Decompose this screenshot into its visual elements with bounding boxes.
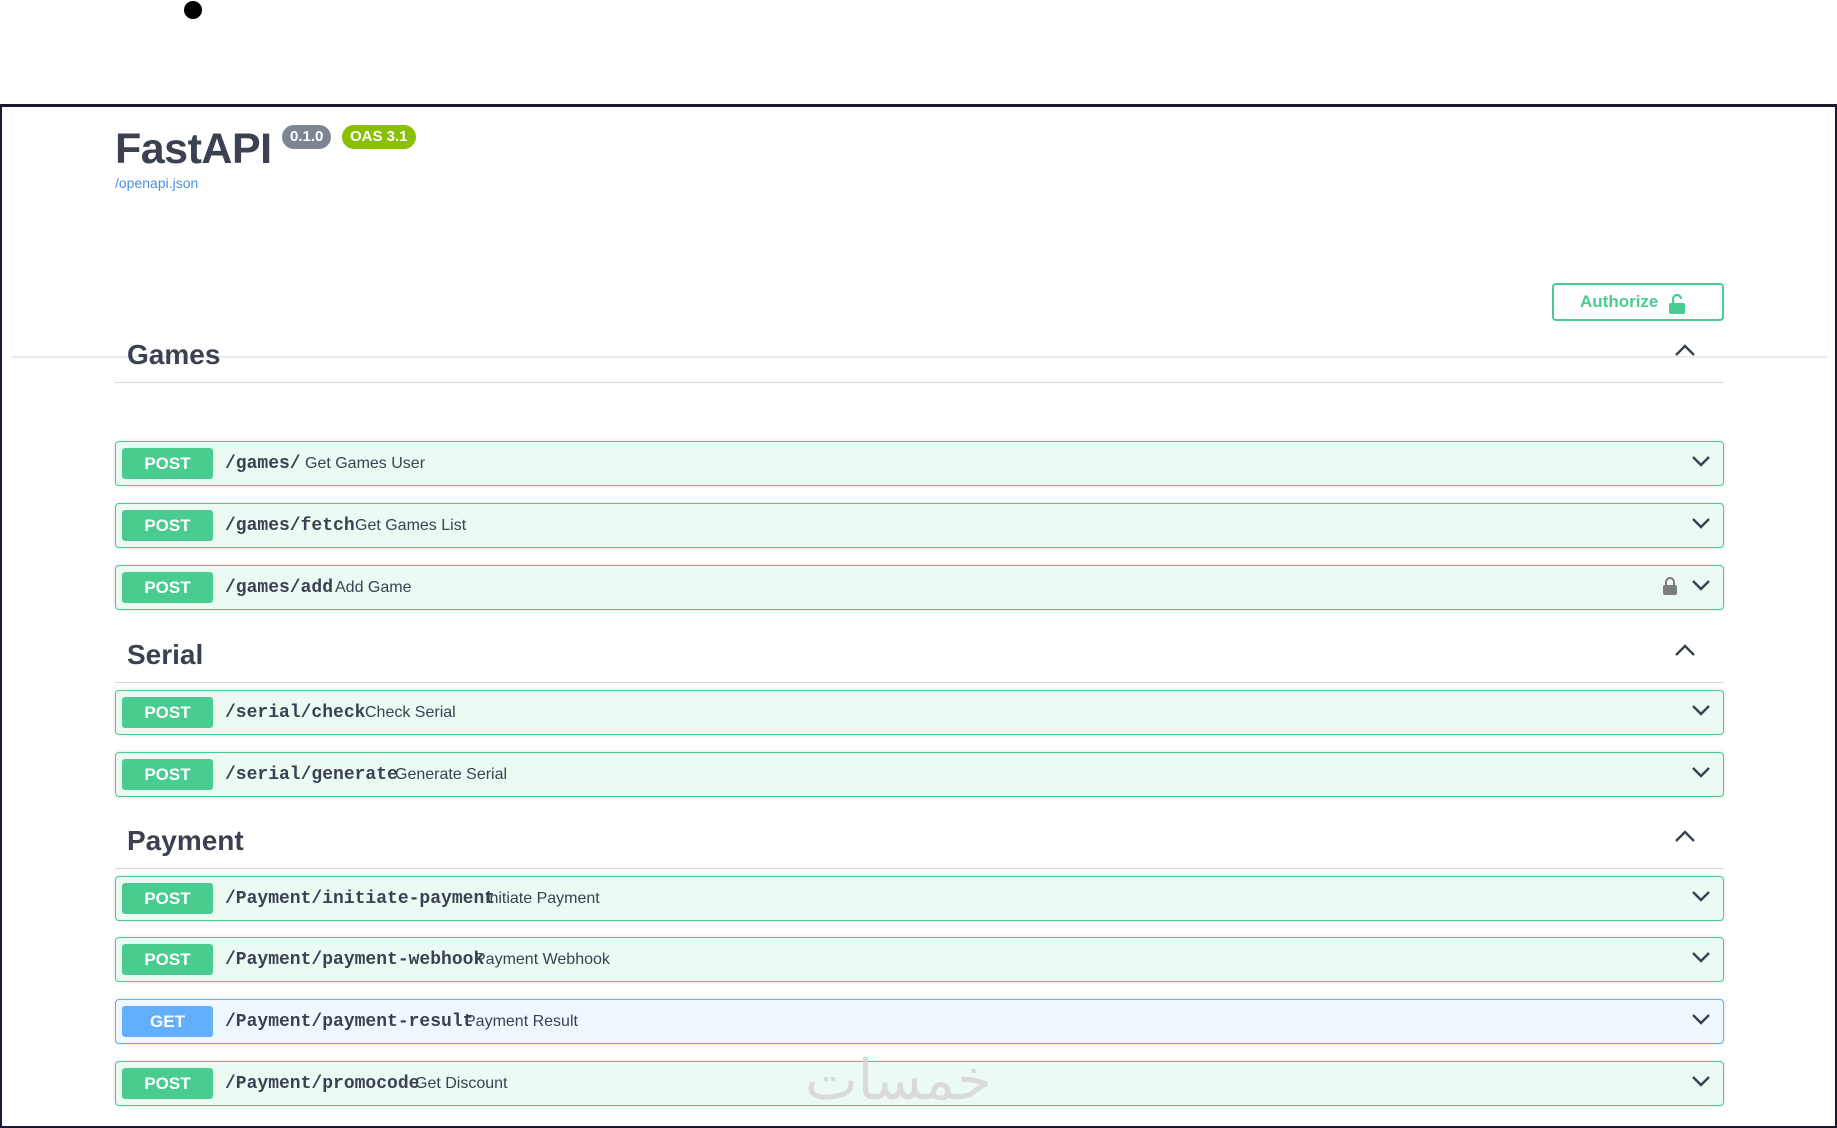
- chevron-down-icon[interactable]: [1691, 454, 1711, 473]
- operation-path: /Payment/payment-result: [225, 1012, 474, 1032]
- chevron-up-icon[interactable]: [1674, 829, 1696, 848]
- section-games[interactable]: Games: [115, 331, 1724, 383]
- lock-icon[interactable]: [1662, 576, 1678, 601]
- operation-row[interactable]: POST /games/fetch Get Games List: [115, 503, 1724, 548]
- method-badge: POST: [122, 944, 213, 975]
- authorize-button[interactable]: Authorize: [1552, 283, 1724, 321]
- operation-row[interactable]: POST /serial/generate Generate Serial: [115, 752, 1724, 797]
- authorize-label: Authorize: [1580, 292, 1659, 311]
- section-payment[interactable]: Payment: [115, 817, 1724, 869]
- section-serial[interactable]: Serial: [115, 631, 1724, 683]
- operation-summary: Initiate Payment: [485, 890, 600, 907]
- method-badge: POST: [122, 510, 213, 541]
- operation-path: /Payment/payment-webhook: [225, 950, 485, 970]
- method-badge: POST: [122, 759, 213, 790]
- chevron-down-icon[interactable]: [1691, 950, 1711, 969]
- operation-summary: Add Game: [335, 579, 412, 596]
- operation-path: /games/add: [225, 578, 334, 598]
- operation-summary: Check Serial: [365, 704, 456, 721]
- operation-summary: Payment Result: [465, 1013, 578, 1030]
- api-title: FastAPI: [115, 125, 272, 173]
- method-badge: POST: [122, 1068, 213, 1099]
- operation-path: /games/: [225, 454, 301, 474]
- api-info: FastAPI 0.1.0 OAS 3.1 /openapi.json Auth…: [12, 107, 1827, 357]
- operation-row[interactable]: POST /Payment/initiate-payment Initiate …: [115, 876, 1724, 921]
- operation-row[interactable]: POST /serial/check Check Serial: [115, 690, 1724, 735]
- operation-summary: Get Games User: [305, 455, 426, 472]
- operation-row[interactable]: POST /Payment/payment-webhook Payment We…: [115, 937, 1724, 982]
- operation-summary: Get Games List: [355, 517, 467, 534]
- method-badge: POST: [122, 448, 213, 479]
- version-badge: 0.1.0: [282, 125, 332, 149]
- watermark: خمسات: [805, 1048, 992, 1113]
- chevron-down-icon[interactable]: [1691, 889, 1711, 908]
- chevron-down-icon[interactable]: [1691, 578, 1711, 597]
- openapi-spec-link[interactable]: /openapi.json: [115, 175, 198, 191]
- oas-badge: OAS 3.1: [342, 125, 416, 149]
- operation-summary: Get Discount: [415, 1075, 508, 1092]
- operation-row[interactable]: GET /Payment/payment-result Payment Resu…: [115, 999, 1724, 1044]
- chevron-up-icon[interactable]: [1674, 343, 1696, 362]
- method-badge: GET: [122, 1006, 213, 1037]
- section-title: Games: [127, 339, 221, 370]
- operation-path: /Payment/initiate-payment: [225, 889, 496, 909]
- operation-summary: Generate Serial: [395, 766, 508, 783]
- operation-summary: Payment Webhook: [475, 951, 610, 968]
- chevron-down-icon[interactable]: [1691, 765, 1711, 784]
- chevron-up-icon[interactable]: [1674, 643, 1696, 662]
- method-badge: POST: [122, 883, 213, 914]
- operation-path: /Payment/promocode: [225, 1074, 420, 1094]
- unlocked-icon: [1668, 293, 1686, 319]
- method-badge: POST: [122, 697, 213, 728]
- operation-row[interactable]: POST /games/ Get Games User: [115, 441, 1724, 486]
- cursor-dot: [184, 1, 202, 19]
- operation-path: /games/fetch: [225, 516, 355, 536]
- section-title: Serial: [127, 639, 204, 670]
- chevron-down-icon[interactable]: [1691, 1074, 1711, 1093]
- chevron-down-icon[interactable]: [1691, 1012, 1711, 1031]
- swagger-frame: FastAPI 0.1.0 OAS 3.1 /openapi.json Auth…: [0, 104, 1837, 1128]
- operation-row[interactable]: POST /games/add Add Game: [115, 565, 1724, 610]
- operation-path: /serial/generate: [225, 765, 398, 785]
- chevron-down-icon[interactable]: [1691, 516, 1711, 535]
- chevron-down-icon[interactable]: [1691, 703, 1711, 722]
- method-badge: POST: [122, 572, 213, 603]
- section-title: Payment: [127, 825, 244, 856]
- operation-path: /serial/check: [225, 703, 366, 723]
